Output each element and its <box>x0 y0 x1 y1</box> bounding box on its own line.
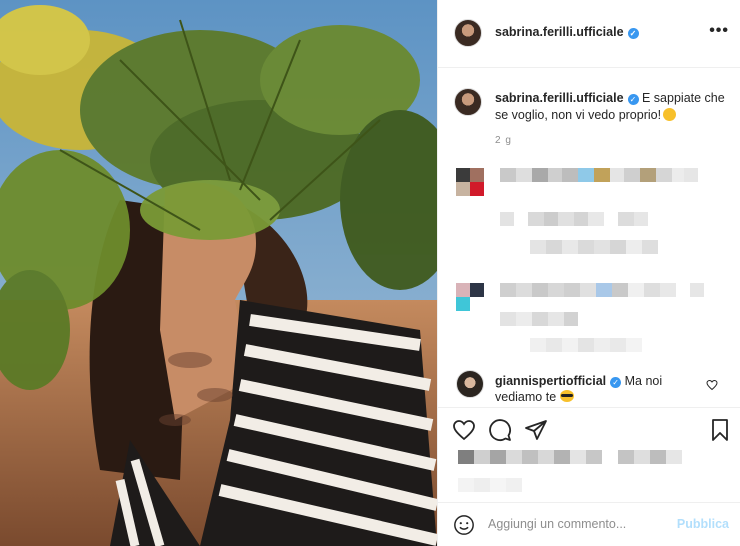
share-icon[interactable] <box>524 418 548 442</box>
censored-comment <box>530 240 658 254</box>
author-username[interactable]: sabrina.ferilli.ufficiale ✓ <box>495 25 639 39</box>
wink-emoji-icon <box>663 108 677 121</box>
instagram-post: sabrina.ferilli.ufficiale ✓ ••• sabrina.f… <box>0 0 740 546</box>
heart-icon[interactable] <box>452 418 476 442</box>
verified-icon: ✓ <box>610 377 622 388</box>
censored-avatar <box>456 168 484 182</box>
post-sidebar: sabrina.ferilli.ufficiale ✓ ••• sabrina.f… <box>437 0 740 546</box>
censored-comment <box>500 283 704 297</box>
post-time: 2 g <box>495 135 512 146</box>
author-username-text[interactable]: sabrina.ferilli.ufficiale <box>495 25 624 39</box>
censored-avatar <box>456 283 484 297</box>
censored-comment <box>530 338 642 352</box>
verified-icon: ✓ <box>627 28 639 39</box>
censored-comment <box>500 212 648 226</box>
action-bar <box>438 407 740 447</box>
post-header: sabrina.ferilli.ufficiale ✓ ••• <box>438 0 740 68</box>
verified-icon: ✓ <box>627 94 639 105</box>
censored-likes <box>458 450 682 464</box>
comment-icon[interactable] <box>488 418 512 442</box>
comment: giannispertiofficial ✓ Ma noi vediamo te <box>495 373 695 405</box>
add-comment-input[interactable] <box>488 517 668 531</box>
post-caption: sabrina.ferilli.ufficiale ✓ E sappiate ch… <box>495 90 725 124</box>
publish-button[interactable]: Pubblica <box>677 517 729 531</box>
photo-illustration <box>0 0 437 546</box>
sunglasses-emoji-icon <box>559 390 574 402</box>
censored-date <box>458 478 522 492</box>
censored-comment <box>500 312 578 326</box>
caption-author[interactable]: sabrina.ferilli.ufficiale <box>495 91 624 105</box>
author-avatar[interactable] <box>454 19 482 47</box>
more-icon[interactable]: ••• <box>709 22 729 40</box>
censored-comment <box>500 168 698 182</box>
post-photo[interactable] <box>0 0 437 546</box>
bookmark-icon[interactable] <box>708 418 732 442</box>
censored-avatar-bottom <box>456 182 484 196</box>
comment-like-heart-icon[interactable] <box>706 379 718 391</box>
censored-avatar-bottom <box>456 297 484 311</box>
comment-author[interactable]: giannispertiofficial <box>495 374 606 388</box>
add-comment-bar: Pubblica <box>438 502 740 546</box>
smiley-icon[interactable] <box>453 514 475 536</box>
caption-author-avatar[interactable] <box>454 88 482 116</box>
commenter-avatar[interactable] <box>456 370 484 398</box>
